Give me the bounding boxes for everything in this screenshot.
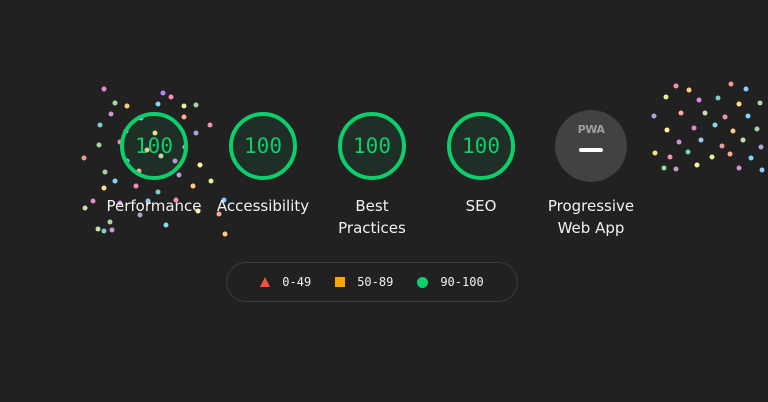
gauge-ring: 100 (119, 111, 189, 181)
gauge-pwa[interactable]: PWA Progressive Web App (536, 110, 646, 239)
gauge-score: 100 (135, 134, 173, 158)
gauge-label: SEO (465, 197, 497, 215)
gauge-label: Performance (106, 197, 202, 215)
pwa-badge-text: PWA (577, 123, 605, 136)
pwa-badge-ring: PWA (555, 110, 627, 182)
gauge-score: 100 (353, 134, 391, 158)
legend-pass: 90-100 (417, 275, 484, 289)
legend-fail: 0-49 (260, 275, 311, 289)
gauge-label: Best Practices (338, 197, 406, 237)
pwa-icon (555, 110, 627, 182)
score-legend: 0-49 50-89 90-100 (226, 262, 518, 302)
gauge-ring: 100 (337, 111, 407, 181)
legend-average-label: 50-89 (357, 275, 394, 289)
legend-fail-label: 0-49 (282, 275, 312, 289)
gauge-ring: 100 (446, 111, 516, 181)
gauge-performance[interactable]: 100 Performance (99, 111, 209, 217)
legend-pass-label: 90-100 (440, 275, 484, 289)
gauge-label: Progressive Web App (547, 197, 635, 237)
gauge-accessibility[interactable]: 100 Accessibility (208, 111, 318, 217)
gauge-score: 100 (462, 134, 500, 158)
circle-icon (417, 276, 429, 288)
legend-average: 50-89 (335, 275, 393, 289)
gauge-seo[interactable]: 100 SEO (426, 111, 536, 217)
gauge-best-practices[interactable]: 100 Best Practices (317, 111, 427, 239)
gauge-label: Accessibility (216, 197, 310, 215)
gauge-score: 100 (244, 134, 282, 158)
gauge-ring: 100 (228, 111, 298, 181)
square-icon (335, 277, 346, 287)
triangle-icon (260, 277, 271, 287)
